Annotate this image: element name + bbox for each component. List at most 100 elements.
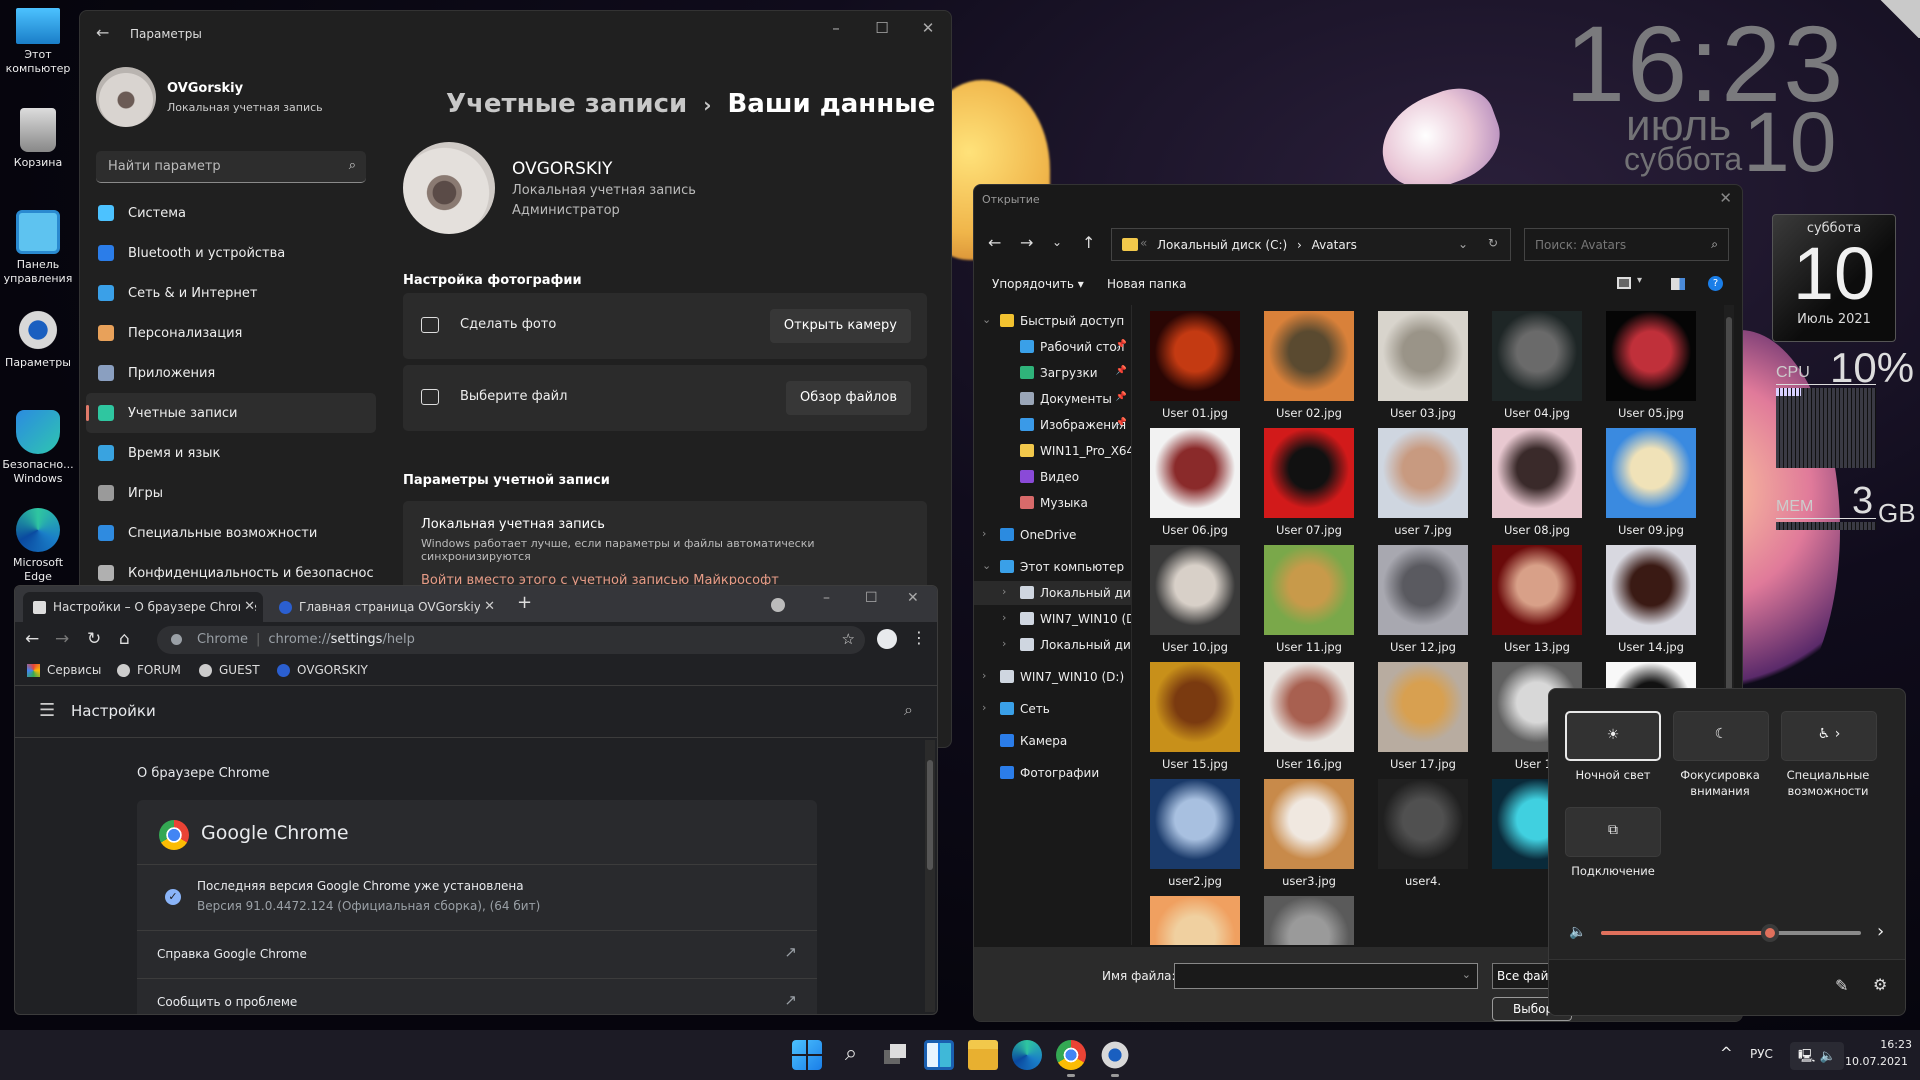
tab-ovgorskiy[interactable]: Главная страница OVGorskiy ✕ (269, 592, 503, 622)
file-item[interactable]: User 17.jpg (1377, 662, 1469, 771)
back-icon[interactable]: ← (988, 233, 1001, 252)
desktop-icon-recycle-bin[interactable]: Корзина (2, 108, 74, 170)
sidebar-item[interactable]: Сеть & и Интернет (86, 273, 376, 313)
bookmark-services[interactable]: Сервисы (27, 663, 101, 677)
chevron-right-icon[interactable]: › (1877, 921, 1884, 942)
file-item[interactable]: User 16.jpg (1263, 662, 1355, 771)
tree-item[interactable]: Фотографии (974, 761, 1131, 785)
file-item[interactable]: user4. (1377, 779, 1469, 888)
desktop-icon-this-pc[interactable]: Этот компьютер (2, 8, 74, 76)
profile-avatar-button[interactable] (877, 629, 897, 649)
dropdown-icon[interactable]: ⌄ (1462, 968, 1471, 981)
back-icon[interactable]: ← (25, 629, 39, 649)
tree-item[interactable]: ⌄ Быстрый доступ (974, 309, 1131, 333)
file-item[interactable]: User 03.jpg (1377, 311, 1469, 420)
chevron-right-icon[interactable]: › (982, 527, 986, 540)
tree-item[interactable]: › Локальный диск ( (974, 633, 1131, 657)
organize-button[interactable]: Упорядочить ▾ (992, 277, 1084, 291)
search-icon[interactable]: ⌕ (904, 700, 913, 720)
file-item[interactable]: User 13.jpg (1491, 545, 1583, 654)
home-icon[interactable]: ⌂ (119, 629, 130, 649)
network-volume-tray[interactable]: 🖳 🔈 (1790, 1042, 1844, 1070)
desktop-icon-windows-security[interactable]: Безопасно... Windows (2, 410, 74, 486)
tree-item[interactable]: Изображения 📌 (974, 413, 1131, 437)
chrome-icon[interactable] (1056, 1040, 1086, 1070)
file-item[interactable]: User 04.jpg (1491, 311, 1583, 420)
tree-item[interactable]: › WIN7_WIN10 (D:) (974, 665, 1131, 689)
bookmark-forum[interactable]: FORUM (117, 663, 181, 677)
chevron-right-icon[interactable]: › (1002, 585, 1006, 598)
breadcrumb-parent[interactable]: Учетные записи (446, 89, 687, 119)
path-segment[interactable]: Avatars (1312, 238, 1357, 252)
chevron-down-icon[interactable]: ⌄ (982, 313, 991, 326)
tree-item[interactable]: ⌄ Этот компьютер (974, 555, 1131, 579)
view-options-icon[interactable] (1617, 277, 1631, 289)
minimize-button[interactable]: – (823, 590, 830, 606)
tray-date[interactable]: 10.07.2021 (1845, 1055, 1908, 1068)
bookmark-ovgorskiy[interactable]: OVGORSKIY (277, 663, 368, 677)
volume-slider[interactable] (1601, 924, 1861, 942)
up-folder-icon[interactable]: ↑ (1082, 233, 1095, 252)
file-explorer-icon[interactable] (968, 1040, 998, 1070)
filename-input[interactable]: ⌄ (1174, 963, 1478, 989)
settings-search-input[interactable]: Найти параметр ⌕ (96, 151, 366, 183)
tree-item[interactable]: › Сеть (974, 697, 1131, 721)
tree-item[interactable]: Камера (974, 729, 1131, 753)
dropdown-icon[interactable]: ⌄ (1458, 237, 1468, 251)
tree-item[interactable]: Видео (974, 465, 1131, 489)
connect-toggle[interactable]: ⧉ (1565, 807, 1661, 857)
new-tab-button[interactable]: + (517, 592, 532, 613)
tree-item[interactable]: Загрузки 📌 (974, 361, 1131, 385)
sidebar-item[interactable]: Система (86, 193, 376, 233)
tray-time[interactable]: 16:23 (1872, 1038, 1912, 1051)
browse-files-button[interactable]: Обзор файлов (786, 381, 911, 415)
file-item[interactable]: User 06.jpg (1149, 428, 1241, 537)
accessibility-toggle[interactable]: ♿ › (1781, 711, 1877, 761)
language-indicator[interactable]: РУС (1750, 1047, 1773, 1061)
forward-icon[interactable]: → (55, 629, 69, 649)
refresh-icon[interactable]: ↻ (1488, 236, 1498, 250)
bookmark-star-icon[interactable]: ☆ (842, 630, 855, 648)
edit-pencil-icon[interactable]: ✎ (1835, 976, 1848, 995)
file-item[interactable]: User 11.jpg (1263, 545, 1355, 654)
chevron-right-icon[interactable]: › (1002, 637, 1006, 650)
task-view-icon[interactable] (880, 1040, 910, 1070)
scrollbar-thumb[interactable] (927, 760, 933, 870)
tree-item[interactable]: WIN11_Pro_X64_O (974, 439, 1131, 463)
tree-item[interactable]: › OneDrive (974, 523, 1131, 547)
gear-icon[interactable]: ⚙ (1873, 975, 1887, 994)
search-icon[interactable]: ⌕ (836, 1040, 866, 1070)
sidebar-item[interactable]: Время и язык (86, 433, 376, 473)
recent-locations-icon[interactable]: ⌄ (1052, 235, 1062, 249)
tab-search-icon[interactable] (771, 598, 785, 612)
sidebar-item[interactable]: Учетные записи (86, 393, 376, 433)
sidebar-item[interactable]: Персонализация (86, 313, 376, 353)
maximize-button[interactable]: ☐ (865, 590, 878, 606)
close-button[interactable]: ✕ (1719, 189, 1732, 207)
file-item[interactable]: User 07.jpg (1263, 428, 1355, 537)
file-item[interactable]: User 12.jpg (1377, 545, 1469, 654)
sidebar-item[interactable]: Игры (86, 473, 376, 513)
edge-icon[interactable] (1012, 1040, 1042, 1070)
search-input[interactable]: Поиск: Avatars ⌕ (1524, 228, 1729, 261)
minimize-button[interactable]: – (816, 19, 856, 37)
address-bar[interactable]: Chrome | chrome://settings/help ☆ (157, 626, 865, 654)
menu-kebab-icon[interactable]: ⋮ (911, 628, 927, 647)
view-dropdown-icon[interactable]: ▾ (1637, 275, 1642, 286)
file-item[interactable]: user3.jpg (1263, 779, 1355, 888)
file-item[interactable]: user 7.jpg (1377, 428, 1469, 537)
chevron-down-icon[interactable]: ⌄ (982, 559, 991, 572)
tree-item[interactable]: Музыка (974, 491, 1131, 515)
file-item[interactable]: User 01.jpg (1149, 311, 1241, 420)
hamburger-menu-icon[interactable]: ☰ (39, 700, 55, 721)
chevron-right-icon[interactable]: › (982, 669, 986, 682)
file-item[interactable]: User 10.jpg (1149, 545, 1241, 654)
scrollbar[interactable] (925, 740, 935, 1012)
desktop-icon-settings[interactable]: Параметры (2, 308, 74, 370)
volume-slider-thumb[interactable] (1761, 924, 1779, 942)
sidebar-item[interactable]: Bluetooth и устройства (86, 233, 376, 273)
tab-settings[interactable]: Настройки – О браузере Chrome ✕ (23, 592, 263, 622)
help-icon[interactable]: ? (1708, 276, 1723, 291)
sidebar-item[interactable]: Приложения (86, 353, 376, 393)
maximize-button[interactable]: ☐ (862, 19, 902, 37)
